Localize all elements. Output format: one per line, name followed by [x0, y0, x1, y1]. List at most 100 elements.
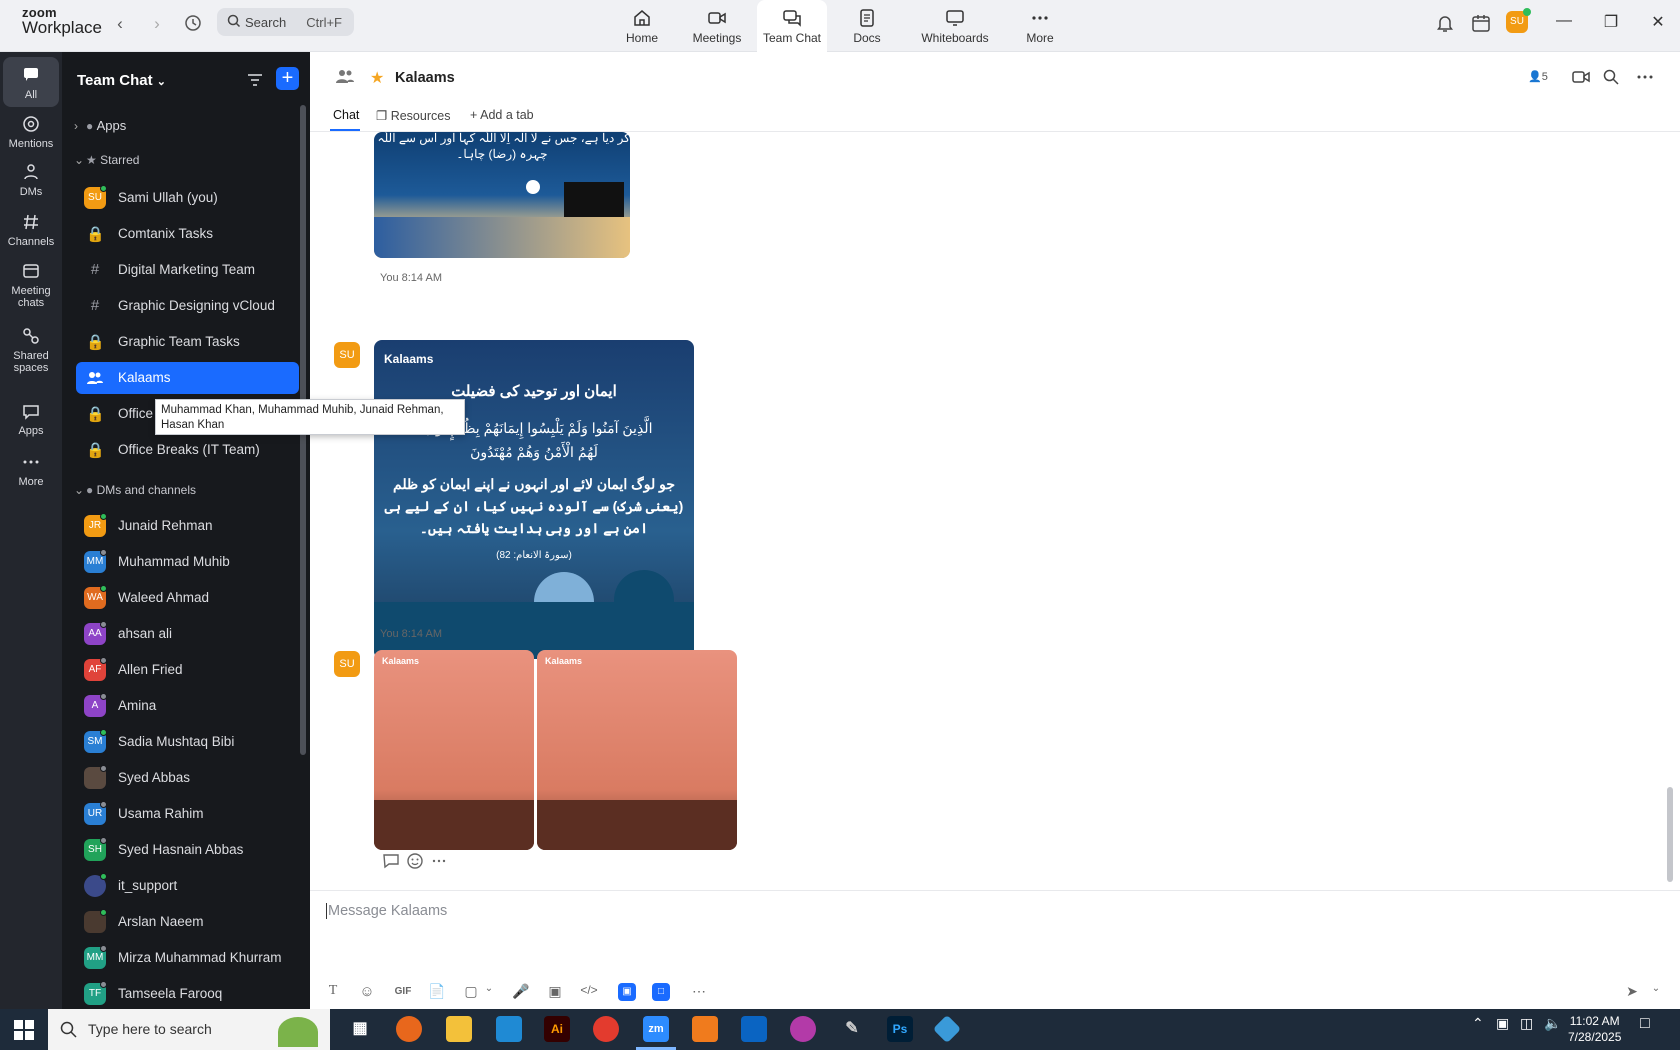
rail-channels[interactable]: Channels	[3, 212, 59, 248]
message-image[interactable]: Kalaams	[537, 650, 737, 850]
tab-add[interactable]: + Add a tab	[470, 108, 534, 122]
taskbar-search[interactable]: Type here to search	[48, 1009, 330, 1050]
sidebar-item-syed-hasnain-abbas[interactable]: SH Syed Hasnain Abbas	[76, 834, 299, 866]
file-icon[interactable]: 📄	[428, 983, 446, 1001]
screenshot-icon[interactable]: ▢	[462, 983, 480, 1001]
code-snippet-icon[interactable]: </>	[580, 983, 598, 1001]
sidebar-item-it-support[interactable]: it_support	[76, 870, 299, 902]
sidebar-title[interactable]: Team Chat ⌄	[77, 72, 166, 89]
chat-scrollbar[interactable]	[1667, 787, 1673, 882]
search-icon[interactable]	[1602, 68, 1620, 86]
tab-whiteboards[interactable]: Whiteboards	[916, 0, 994, 52]
chat-title[interactable]: Kalaams	[395, 70, 455, 86]
sidebar-item-ahsan-ali[interactable]: AA ahsan ali	[76, 618, 299, 650]
emoji-icon[interactable]: ☺	[358, 983, 376, 1001]
sidebar-item-muhammad-muhib[interactable]: MM Muhammad Muhib	[76, 546, 299, 578]
sender-avatar[interactable]: SU	[334, 342, 360, 368]
gif-icon[interactable]: GIF	[392, 983, 414, 1001]
photoshop-icon[interactable]: Ps	[887, 1016, 913, 1042]
close-icon[interactable]: ✕	[1647, 12, 1669, 32]
sender-avatar[interactable]: SU	[334, 651, 360, 677]
app-icon[interactable]	[932, 1014, 962, 1044]
display-icon[interactable]: ▣	[1496, 1015, 1509, 1032]
chrome-icon[interactable]	[593, 1016, 619, 1042]
video-call-icon[interactable]	[1572, 68, 1590, 86]
search-box[interactable]: Search Ctrl+F	[217, 8, 354, 36]
notification-center-icon[interactable]: □	[1640, 1015, 1650, 1033]
sidebar-item-allen-fried[interactable]: AF Allen Fried	[76, 654, 299, 686]
chevron-down-icon[interactable]: ⌄	[480, 983, 498, 1001]
sidebar-item-graphic-team-tasks[interactable]: 🔒 Graphic Team Tasks	[76, 326, 299, 358]
app-icon[interactable]: ▣	[618, 983, 636, 1001]
more-options-icon[interactable]	[1636, 68, 1654, 86]
rail-shared-spaces[interactable]: Shared spaces	[3, 326, 59, 374]
tab-home[interactable]: Home	[618, 0, 666, 52]
task-view-icon[interactable]: ▦	[347, 1016, 373, 1042]
app-icon[interactable]: □	[652, 983, 670, 1001]
history-icon[interactable]	[183, 14, 203, 34]
rail-all[interactable]: All	[3, 57, 59, 107]
chevron-down-icon[interactable]: ⌄	[1647, 983, 1665, 1001]
message-image[interactable]: کر دیا ہے، جس نے لا الہ اِلا اللّٰہ کہا …	[374, 132, 630, 258]
network-icon[interactable]: ◫	[1520, 1015, 1533, 1032]
rail-mentions[interactable]: Mentions	[3, 114, 59, 150]
sidebar-item-junaid-rehman[interactable]: JR Junaid Rehman	[76, 510, 299, 542]
forward-arrow-icon[interactable]: ›	[147, 14, 167, 34]
tab-docs[interactable]: Docs	[847, 0, 887, 52]
vscode-icon[interactable]	[496, 1016, 522, 1042]
chevron-up-icon[interactable]: ⌃	[1472, 1015, 1484, 1032]
sidebar-item-comtanix-tasks[interactable]: 🔒 Comtanix Tasks	[76, 218, 299, 250]
reply-icon[interactable]	[382, 852, 400, 870]
minimize-icon[interactable]: —	[1553, 12, 1575, 32]
sidebar-item-sadia-mushtaq-bibi[interactable]: SM Sadia Mushtaq Bibi	[76, 726, 299, 758]
sidebar-item-waleed-ahmad[interactable]: WA Waleed Ahmad	[76, 582, 299, 614]
sidebar-item-kalaams[interactable]: Kalaams	[76, 362, 299, 394]
creative-cloud-icon[interactable]	[790, 1016, 816, 1042]
filter-icon[interactable]	[247, 72, 263, 88]
volume-icon[interactable]: 🔈	[1544, 1015, 1561, 1032]
back-arrow-icon[interactable]: ‹	[110, 14, 130, 34]
maximize-icon[interactable]: ❐	[1600, 12, 1622, 32]
file-explorer-icon[interactable]	[446, 1016, 472, 1042]
sidebar-item-office-breaks[interactable]: 🔒 Office Breaks (IT Team)	[76, 434, 299, 466]
tab-team-chat[interactable]: Team Chat	[757, 0, 827, 52]
calendar-icon[interactable]	[1470, 12, 1492, 34]
sidebar-item-syed-abbas[interactable]: Syed Abbas	[76, 762, 299, 794]
more-options-icon[interactable]: ⋯	[690, 983, 708, 1001]
zoom-icon[interactable]: zm	[643, 1016, 669, 1042]
member-count[interactable]: 👤5	[1528, 70, 1548, 83]
system-clock[interactable]: 11:02 AM 7/28/2025	[1568, 1013, 1621, 1045]
sidebar-item-arslan-naeem[interactable]: Arslan Naeem	[76, 906, 299, 938]
sidebar-item-tamseela-farooq[interactable]: TF Tamseela Farooq	[76, 978, 299, 1010]
firefox-icon[interactable]	[396, 1016, 422, 1042]
message-input[interactable]: Message Kalaams	[326, 903, 447, 919]
outlook-icon[interactable]	[741, 1016, 767, 1042]
sidebar-item-mirza-muhammad-khurram[interactable]: MM Mirza Muhammad Khurram	[76, 942, 299, 974]
sidebar-item-digital-marketing[interactable]: # Digital Marketing Team	[76, 254, 299, 286]
pen-tool-icon[interactable]: ✎	[839, 1016, 865, 1042]
tab-resources[interactable]: ❐ Resources	[376, 108, 450, 123]
tab-more[interactable]: More	[1020, 0, 1060, 52]
sidebar-item-graphic-designing[interactable]: # Graphic Designing vCloud	[76, 290, 299, 322]
xampp-icon[interactable]	[692, 1016, 718, 1042]
illustrator-icon[interactable]: Ai	[544, 1016, 570, 1042]
sidebar-item-usama-rahim[interactable]: UR Usama Rahim	[76, 798, 299, 830]
video-message-icon[interactable]: ▣	[546, 983, 564, 1001]
send-icon[interactable]: ➤	[1623, 983, 1641, 1001]
more-options-icon[interactable]	[430, 852, 448, 870]
tab-meetings[interactable]: Meetings	[686, 0, 748, 52]
notification-bell-icon[interactable]	[1434, 12, 1456, 34]
rail-apps[interactable]: Apps	[3, 401, 59, 437]
message-image[interactable]: Kalaams	[374, 650, 534, 850]
text-format-icon[interactable]: T	[324, 983, 342, 1001]
microphone-icon[interactable]: 🎤	[512, 983, 530, 1001]
emoji-reaction-icon[interactable]	[406, 852, 424, 870]
apps-section[interactable]: › ● Apps	[74, 118, 126, 133]
sidebar-item-amina[interactable]: A Amina	[76, 690, 299, 722]
rail-dms[interactable]: DMs	[3, 162, 59, 198]
starred-section[interactable]: ⌄ ★ Starred	[74, 153, 139, 167]
rail-more[interactable]: More	[3, 452, 59, 488]
tab-chat[interactable]: Chat	[333, 108, 359, 122]
dms-section[interactable]: ⌄ ● DMs and channels	[74, 483, 196, 497]
rail-meeting-chats[interactable]: Meeting chats	[3, 261, 59, 309]
